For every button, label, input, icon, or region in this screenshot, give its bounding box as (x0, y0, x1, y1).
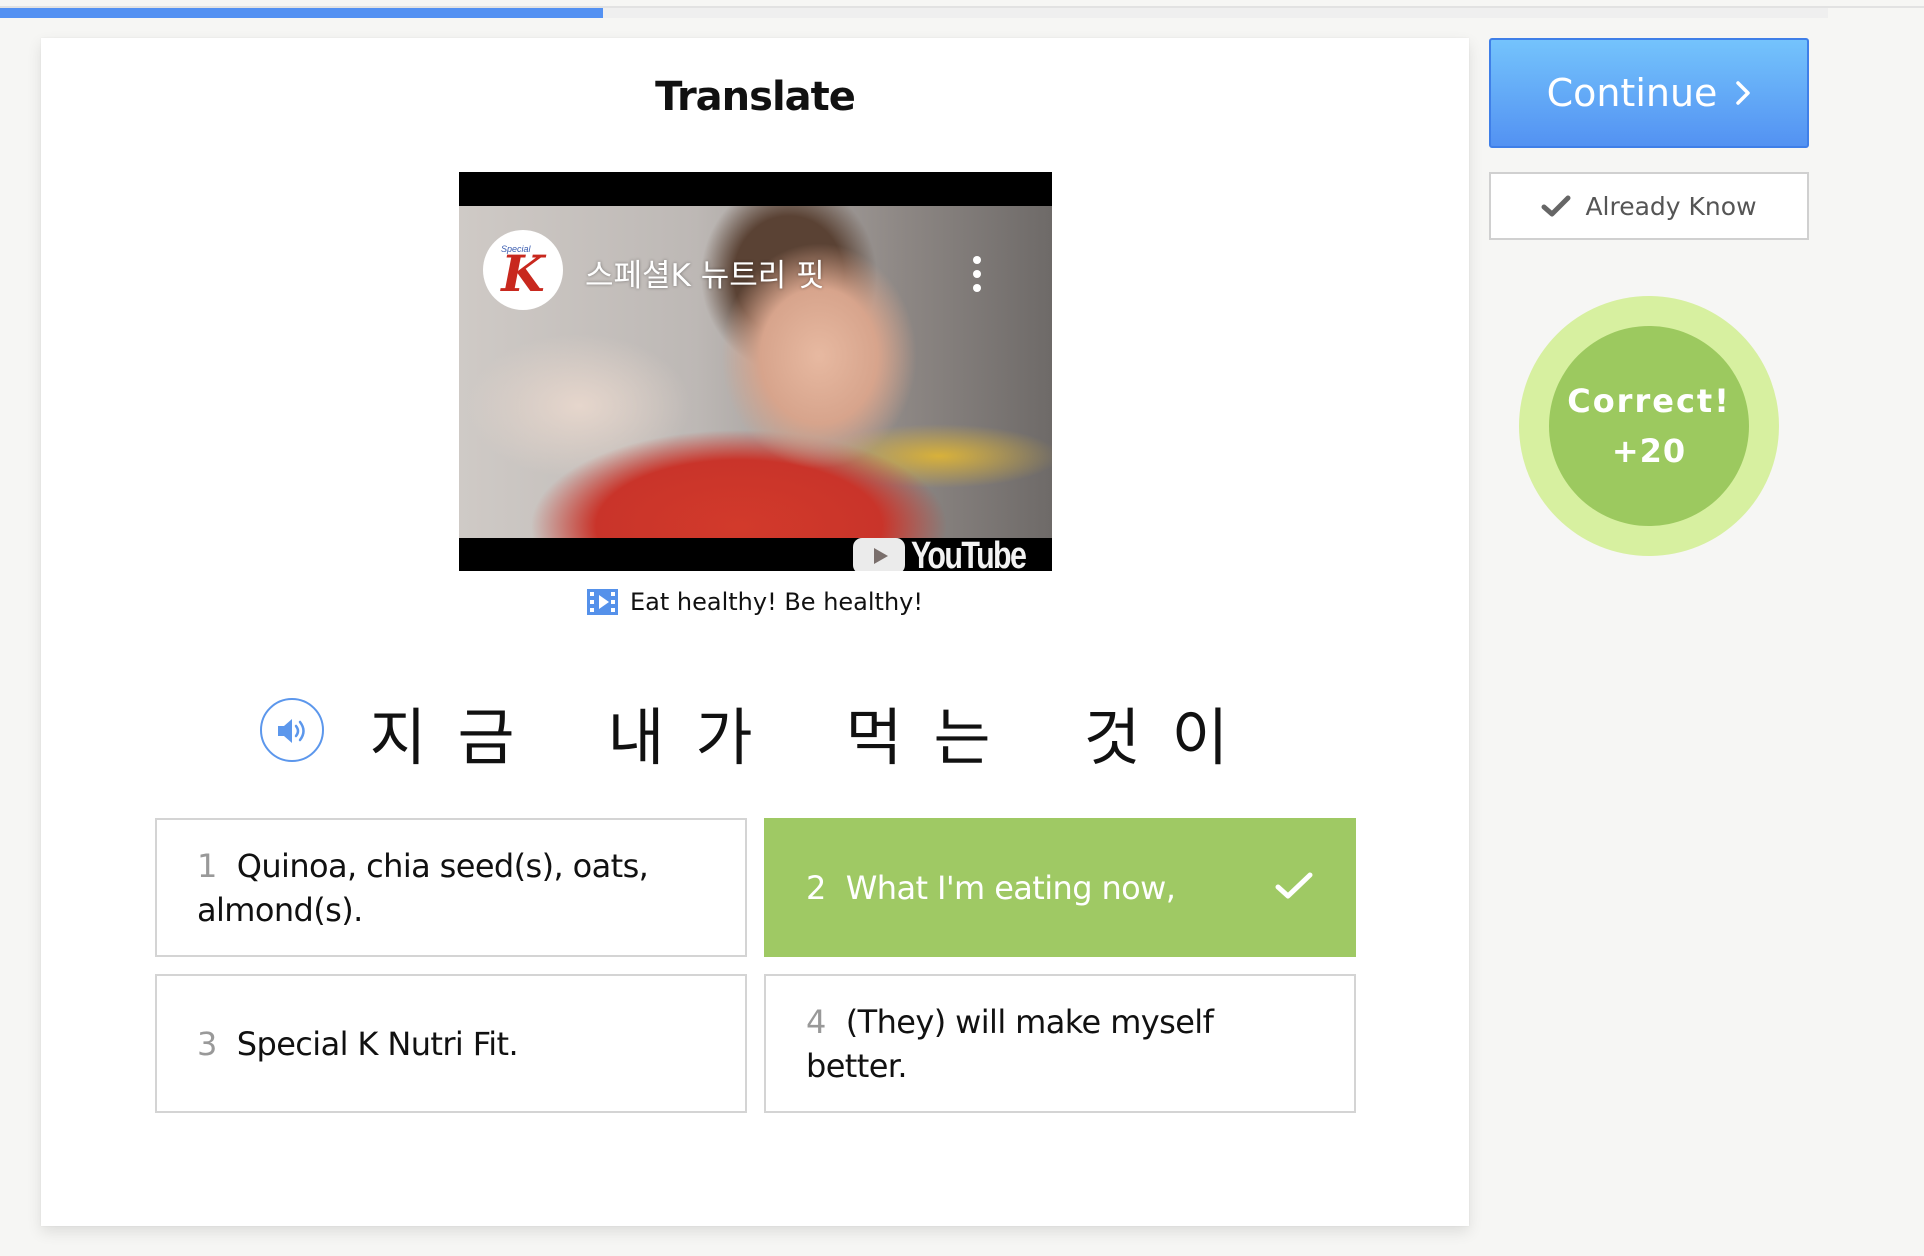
option-text-block: 3 Special K Nutri Fit. (197, 1022, 519, 1066)
channel-logo-special-text: Special (501, 244, 531, 254)
option-number: 3 (197, 1024, 217, 1063)
play-audio-button[interactable] (260, 698, 324, 762)
sentence-word[interactable]: 지금 (367, 687, 517, 777)
sentence-char[interactable]: 는 (931, 687, 993, 777)
chevron-right-icon (1736, 81, 1751, 105)
option-text-block: 4 (They) will make myself better. (806, 1000, 1276, 1088)
lesson-progress-fill (0, 8, 604, 18)
option-text: What I'm eating now, (845, 868, 1176, 907)
option-text: Quinoa, chia seed(s), oats, almond(s). (197, 846, 649, 929)
sentence-word[interactable]: 먹는 (843, 687, 993, 777)
option-number: 1 (197, 846, 217, 885)
option-text-block: 2 What I'm eating now, (806, 866, 1176, 910)
sentence-char[interactable]: 먹 (843, 687, 905, 777)
more-options-icon[interactable] (967, 254, 987, 294)
exercise-card: Translate Special K 스페셜K 뉴트리 핏 YouTube E… (41, 38, 1469, 1226)
sentence-char[interactable]: 가 (693, 687, 755, 777)
video-title[interactable]: 스페셜K 뉴트리 핏 (585, 250, 825, 295)
sentence-char[interactable]: 것 (1081, 687, 1143, 777)
option-number: 4 (806, 1002, 826, 1041)
sentence-word[interactable]: 것이 (1081, 687, 1231, 777)
youtube-wordmark: YouTube (911, 534, 1027, 572)
option-text-block: 1 Quinoa, chia seed(s), oats, almond(s). (197, 844, 667, 932)
video-player[interactable]: Special K 스페셜K 뉴트리 핏 YouTube (459, 172, 1052, 571)
correct-feedback-badge: Correct! +20 (1519, 296, 1779, 556)
exercise-title: Translate (655, 74, 856, 120)
youtube-logo[interactable]: YouTube (853, 534, 1052, 572)
correct-feedback-inner: Correct! +20 (1549, 326, 1749, 526)
sentence-char[interactable]: 내 (605, 687, 667, 777)
answer-option-4[interactable]: 4 (They) will make myself better. (764, 974, 1356, 1113)
answer-option-2[interactable]: 2 What I'm eating now, (764, 818, 1356, 957)
caption-text: Eat healthy! Be healthy! (630, 588, 923, 616)
sentence-word[interactable]: 내가 (605, 687, 755, 777)
speaker-icon (278, 719, 305, 743)
checkmark-icon (1541, 195, 1571, 217)
video-caption: Eat healthy! Be healthy! (41, 588, 1469, 616)
sentence-char[interactable]: 지 (367, 687, 429, 777)
korean-sentence: 지금내가먹는것이 (367, 692, 1231, 774)
option-text: (They) will make myself better. (806, 1002, 1214, 1085)
correct-check-icon (1275, 872, 1313, 899)
sentence-char[interactable]: 이 (1169, 687, 1231, 777)
feedback-points: +20 (1611, 432, 1687, 470)
continue-button[interactable]: Continue (1489, 38, 1809, 148)
sentence-char[interactable]: 금 (455, 687, 517, 777)
already-know-button[interactable]: Already Know (1489, 172, 1809, 240)
channel-logo[interactable]: Special K (483, 230, 563, 310)
answer-option-3[interactable]: 3 Special K Nutri Fit. (155, 974, 747, 1113)
video-thumbnail[interactable]: Special K 스페셜K 뉴트리 핏 YouTube (459, 206, 1052, 571)
feedback-label: Correct! (1567, 382, 1731, 420)
option-number: 2 (806, 868, 826, 907)
option-text: Special K Nutri Fit. (236, 1024, 519, 1063)
answer-options: 1 Quinoa, chia seed(s), oats, almond(s). 2… (155, 818, 1356, 1113)
continue-label: Continue (1546, 71, 1718, 115)
answer-option-1[interactable]: 1 Quinoa, chia seed(s), oats, almond(s). (155, 818, 747, 957)
lesson-progress-bar (0, 8, 1828, 18)
already-know-label: Already Know (1585, 191, 1757, 221)
film-icon (587, 589, 618, 615)
play-icon (853, 538, 905, 571)
